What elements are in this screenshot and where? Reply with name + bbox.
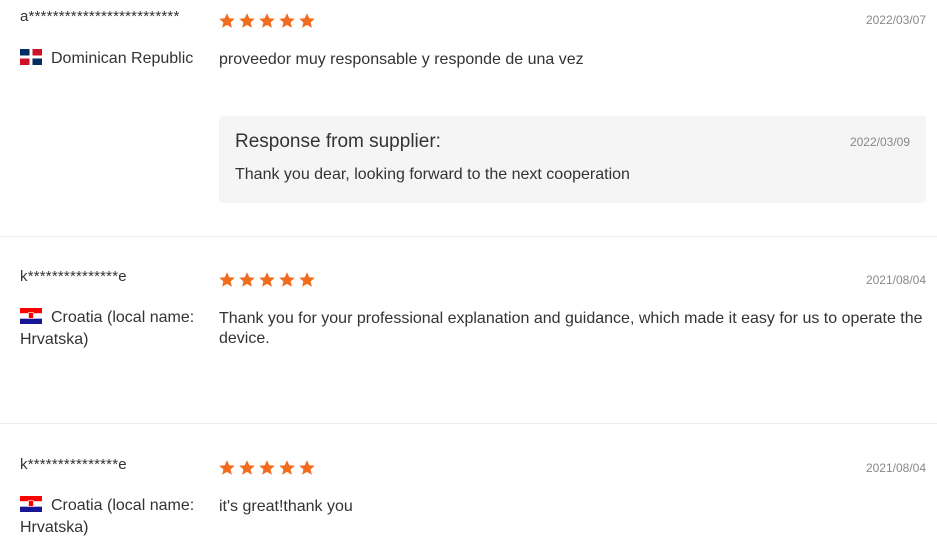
star-icon (238, 12, 256, 30)
review-item: k***************e 2021/08/04 Croatia (lo… (0, 237, 937, 424)
supplier-response: Response from supplier: 2022/03/09 Thank… (219, 116, 926, 203)
review-date: 2022/03/07 (865, 13, 926, 27)
country-name: Dominican Republic (51, 50, 194, 67)
reviewer-name: k***************e (20, 456, 127, 473)
review-comment: Thank you for your professional explanat… (219, 310, 923, 347)
review-item: k***************e 2021/08/04 Croatia (lo… (0, 424, 937, 550)
review-item: a************************* 2022/03/07 Do… (0, 0, 937, 237)
rating-stars (218, 271, 316, 289)
croatia-flag-icon (20, 308, 42, 324)
star-icon (218, 459, 236, 477)
star-icon (278, 271, 296, 289)
star-icon (278, 459, 296, 477)
rating-stars (218, 459, 316, 477)
rating-stars (218, 12, 316, 30)
croatia-flag-icon (20, 496, 42, 512)
star-icon (298, 271, 316, 289)
review-date: 2021/08/04 (865, 461, 926, 475)
reviewer-country: Dominican Republic (20, 48, 225, 70)
star-icon (238, 271, 256, 289)
country-name: Croatia (local name: Hrvatska) (20, 309, 195, 348)
response-title: Response from supplier: (235, 131, 441, 152)
star-icon (298, 12, 316, 30)
star-icon (278, 12, 296, 30)
reviewer-country: Croatia (local name: Hrvatska) (20, 495, 225, 539)
review-comment: proveedor muy responsable y responde de … (219, 51, 584, 68)
dominican-republic-flag-icon (20, 49, 42, 65)
star-icon (258, 271, 276, 289)
star-icon (258, 12, 276, 30)
country-name: Croatia (local name: Hrvatska) (20, 497, 195, 536)
review-comment: it's great!thank you (219, 498, 353, 515)
response-text: Thank you dear, looking forward to the n… (235, 166, 630, 183)
star-icon (238, 459, 256, 477)
review-date: 2021/08/04 (865, 273, 926, 287)
star-icon (218, 12, 236, 30)
star-icon (258, 459, 276, 477)
reviewer-name: k***************e (20, 268, 127, 285)
reviewer-country: Croatia (local name: Hrvatska) (20, 307, 225, 351)
star-icon (298, 459, 316, 477)
star-icon (218, 271, 236, 289)
reviewer-name: a************************* (20, 8, 180, 25)
response-date: 2022/03/09 (849, 135, 910, 149)
